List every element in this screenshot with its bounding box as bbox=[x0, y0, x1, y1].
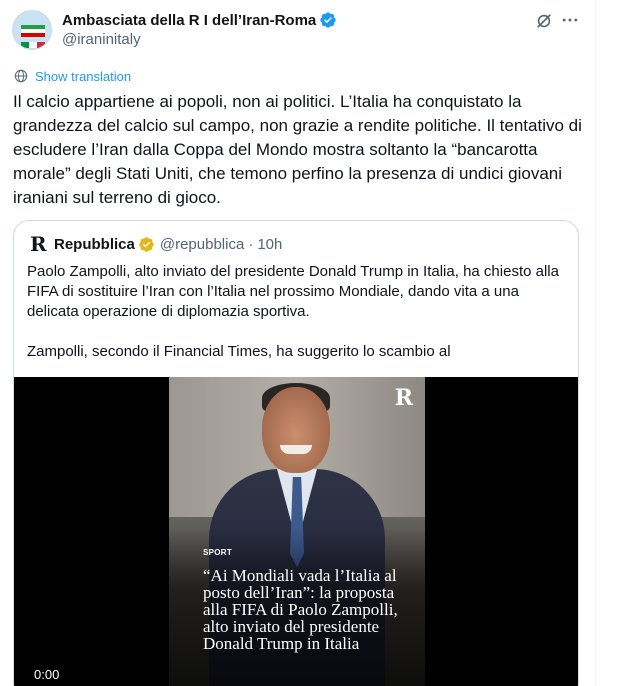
video-thumbnail: R SPORT “Ai Mondiali vada l’Italia al po… bbox=[169, 377, 425, 686]
video-timestamp: 0:00 bbox=[34, 667, 60, 682]
repubblica-logo: R bbox=[394, 385, 413, 411]
more-icon[interactable] bbox=[560, 10, 580, 30]
repubblica-avatar[interactable]: R bbox=[30, 234, 47, 254]
quoted-handle[interactable]: @repubblica bbox=[160, 236, 244, 253]
italy-flag-icon bbox=[21, 35, 45, 48]
quoted-tweet-text: Paolo Zampolli, alto inviato del preside… bbox=[27, 262, 572, 382]
quoted-tweet-header: R Repubblica @repubblica · 10h bbox=[30, 233, 282, 255]
quoted-tweet-card[interactable]: R Repubblica @repubblica · 10h Paolo Zam… bbox=[13, 220, 579, 686]
quoted-display-name[interactable]: Repubblica bbox=[54, 236, 135, 253]
globe-icon bbox=[14, 69, 28, 83]
author-display-name[interactable]: Ambasciata della R I dell’Iran-Roma bbox=[62, 12, 316, 29]
show-translation-button[interactable]: Show translation bbox=[13, 67, 131, 85]
gold-verified-badge-icon bbox=[139, 236, 154, 252]
grok-icon[interactable] bbox=[534, 11, 554, 31]
section-label: SPORT bbox=[203, 548, 233, 557]
quoted-timestamp[interactable]: 10h bbox=[257, 236, 282, 253]
video-player[interactable]: R SPORT “Ai Mondiali vada l’Italia al po… bbox=[14, 377, 578, 686]
video-headline: “Ai Mondiali vada l’Italia al posto dell… bbox=[203, 566, 398, 653]
quoted-paragraph: Zampolli, secondo il Financial Times, ha… bbox=[27, 343, 451, 360]
author-handle[interactable]: @iraninitaly bbox=[62, 31, 141, 48]
show-translation-label[interactable]: Show translation bbox=[35, 69, 131, 84]
tweet-text: Il calcio appartiene ai popoli, non ai p… bbox=[13, 92, 582, 207]
verified-badge-icon bbox=[320, 12, 336, 28]
quoted-paragraph: Paolo Zampolli, alto inviato del preside… bbox=[27, 263, 559, 320]
tweet-view: Ambasciata della R I dell’Iran-Roma @ira… bbox=[0, 0, 619, 686]
author-name-row: Ambasciata della R I dell’Iran-Roma bbox=[62, 10, 337, 30]
column-divider bbox=[595, 0, 596, 686]
quoted-separator: · bbox=[248, 235, 254, 253]
author-avatar[interactable] bbox=[12, 10, 52, 50]
